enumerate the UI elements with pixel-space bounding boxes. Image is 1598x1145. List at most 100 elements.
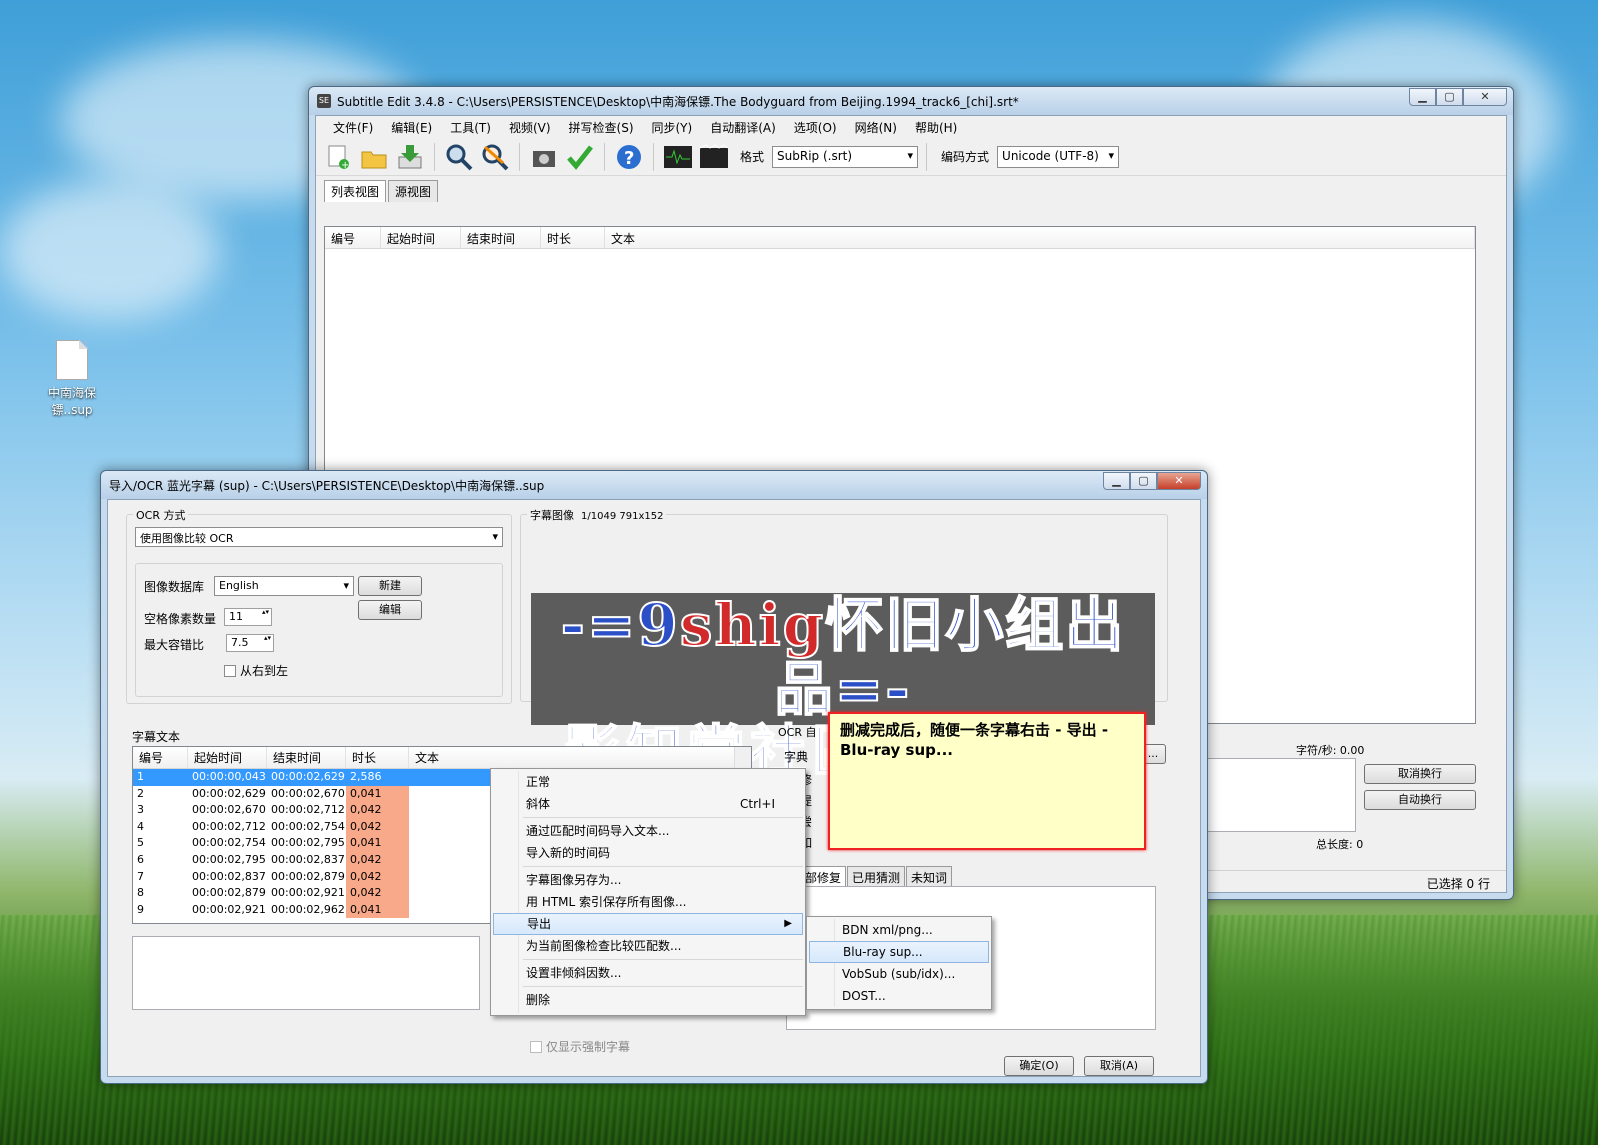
svg-text:+: + [341,160,349,170]
encoding-label: 编码方式 [941,150,990,164]
replace-icon[interactable] [479,141,511,173]
menu-item-bluray-sup[interactable]: Blu-ray sup... [809,941,989,963]
minimize-button[interactable]: ▁ [1103,472,1130,490]
forced-only-checkbox[interactable]: 仅显示强制字幕 [530,1038,630,1055]
subtitle-text-group-title: 字幕文本 [132,730,181,744]
tab-source-view[interactable]: 源视图 [388,180,439,202]
edit-db-button[interactable]: 编辑 [358,600,422,620]
menu-item-unitalic-factor[interactable]: 设置非倾斜因数... [493,962,803,984]
rtl-label: 从右到左 [240,664,289,678]
auto-wrap-button[interactable]: 自动换行 [1364,790,1476,810]
find-icon[interactable] [443,141,475,173]
text-edit-panel: 字符/秒: 0.00 取消换行 自动换行 总长度: 0 [1192,738,1480,868]
new-db-button[interactable]: 新建 [358,576,422,596]
minimize-button[interactable]: ▁ [1409,88,1436,106]
image-info: 1/1049 791x152 [581,511,664,522]
image-line1-b: shig [679,591,826,659]
forced-only-label: 仅显示强制字幕 [546,1040,631,1054]
new-file-icon[interactable]: + [322,141,354,173]
encoding-dropdown[interactable]: Unicode (UTF-8) [997,145,1120,168]
menu-file[interactable]: 文件(F) [324,119,382,136]
menu-sync[interactable]: 同步(Y) [643,119,702,136]
menu-item-italic[interactable]: 斜体 Ctrl+I [493,793,803,815]
menu-item-import-new-timecodes[interactable]: 导入新的时间码 [493,842,803,864]
space-pixels-label: 空格像素数量 [144,612,217,626]
menu-item-normal[interactable]: 正常 [493,771,803,793]
ocr-method-dropdown[interactable]: 使用图像比较 OCR [135,527,503,547]
dictionary-label: 字典 [784,750,809,764]
tab-list-view[interactable]: 列表视图 [324,180,387,202]
subtitle-image: -=9shig怀旧小组出品=- 影知堂社區獨家發佈 [531,591,1155,784]
menu-network[interactable]: 网络(N) [846,119,906,136]
image-compare-settings: 图像数据库 English 新建 编辑 空格像素数量 11 最大容错比 7.5 … [135,563,503,697]
ocr-window-title: 导入/OCR 蓝光字幕 (sup) - C:\Users\PERSISTENCE… [109,478,545,493]
menu-item-save-all-images-html[interactable]: 用 HTML 索引保存所有图像... [493,891,803,913]
desktop-file-icon[interactable]: 中南海保镖..sup [30,340,114,418]
menu-help[interactable]: 帮助(H) [906,119,966,136]
menu-item-export[interactable]: 导出 ▶ [493,913,803,935]
col-start[interactable]: 起始时间 [381,227,461,248]
ok-button[interactable]: 确定(O) [1004,1056,1074,1076]
col-number[interactable]: 编号 [325,227,381,248]
max-error-spinner[interactable]: 7.5 [226,634,274,652]
menu-item-bdn-xml[interactable]: BDN xml/png... [809,919,989,941]
waveform-icon[interactable] [662,141,694,173]
menu-item-vobsub[interactable]: VobSub (sub/idx)... [809,963,989,985]
col-duration[interactable]: 时长 [541,227,605,248]
subtitle-text-box[interactable] [1192,758,1356,832]
image-db-dropdown[interactable]: English [214,576,354,596]
submenu-arrow-icon: ▶ [784,918,792,929]
col-duration[interactable]: 时长 [346,747,409,768]
cancel-wrap-button[interactable]: 取消换行 [1364,764,1476,784]
space-pixels-spinner[interactable]: 11 [224,608,272,626]
menu-video[interactable]: 视频(V) [500,119,560,136]
format-label: 格式 [740,150,765,164]
col-text[interactable]: 文本 [409,747,751,768]
visual-sync-icon[interactable] [528,141,560,173]
menu-tools[interactable]: 工具(T) [441,119,500,136]
subtitle-image-group-title: 字幕图像 1/1049 791x152 [527,507,667,523]
menu-item-delete[interactable]: 删除 [493,989,803,1011]
spell-check-icon[interactable] [564,141,596,173]
close-button[interactable]: ✕ [1463,88,1507,106]
app-icon: SE [317,94,331,108]
open-folder-icon[interactable] [358,141,390,173]
menu-item-save-image-as[interactable]: 字幕图像另存为... [493,869,803,891]
ocr-result-tabs: 全部修复 已用猜测 未知词 [788,866,953,888]
view-tabs: 列表视图 源视图 [316,180,1506,202]
ocr-method-group-title: OCR 方式 [133,507,189,523]
video-icon[interactable] [698,141,730,173]
ocr-titlebar[interactable]: 导入/OCR 蓝光字幕 (sup) - C:\Users\PERSISTENCE… [101,471,1207,499]
help-icon[interactable]: ? [613,141,645,173]
close-button[interactable]: ✕ [1157,472,1201,490]
save-icon[interactable] [394,141,426,173]
rtl-checkbox[interactable]: 从右到左 [224,662,288,679]
col-text[interactable]: 文本 [605,227,1475,248]
subtitle-list-header: 编号 起始时间 结束时间 时长 文本 [325,227,1475,249]
maximize-button[interactable]: ▢ [1436,88,1463,106]
menu-item-dost[interactable]: DOST... [809,985,989,1007]
tab-unknown-words[interactable]: 未知词 [906,866,953,888]
col-number[interactable]: 编号 [133,747,188,768]
maximize-button[interactable]: ▢ [1130,472,1157,490]
menu-autotranslate[interactable]: 自动翻译(A) [701,119,785,136]
col-end[interactable]: 结束时间 [267,747,346,768]
ocr-text-box[interactable] [132,936,480,1010]
format-dropdown[interactable]: SubRip (.srt) [772,145,919,168]
main-toolbar: + ? 格式 SubRip (.srt) 编码方式 Unicode (UTF-8… [316,138,1506,176]
file-icon [56,340,88,380]
col-end[interactable]: 结束时间 [461,227,541,248]
menu-item-import-text-by-timecode[interactable]: 通过匹配时间码导入文本... [493,820,803,842]
tab-guesses-used[interactable]: 已用猜测 [847,866,906,888]
menu-edit[interactable]: 编辑(E) [382,119,441,136]
main-titlebar[interactable]: SE Subtitle Edit 3.4.8 - C:\Users\PERSIS… [309,87,1513,115]
col-start[interactable]: 起始时间 [188,747,267,768]
ocr-list-header: 编号 起始时间 结束时间 时长 文本 [133,747,751,769]
cancel-button[interactable]: 取消(A) [1084,1056,1154,1076]
italic-shortcut: Ctrl+I [740,797,775,811]
image-line1-a: -=9 [560,591,680,659]
desktop-icon-label: 中南海保镖..sup [47,386,96,417]
menu-item-check-matches[interactable]: 为当前图像检查比较匹配数... [493,935,803,957]
menu-options[interactable]: 选项(O) [785,119,846,136]
menu-spellcheck[interactable]: 拼写检查(S) [560,119,643,136]
